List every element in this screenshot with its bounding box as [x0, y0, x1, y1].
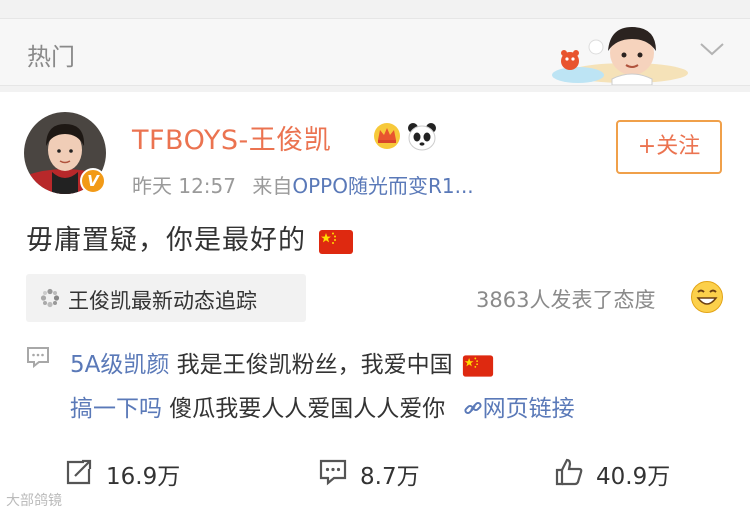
repost-icon — [66, 459, 92, 485]
crown-icon[interactable] — [372, 120, 402, 150]
verified-icon: V — [80, 168, 106, 194]
comment-item: 搞一下吗 傻瓜我要人人爱国人人爱你 网页链接 — [70, 389, 575, 423]
comment-user[interactable]: 5A级凯颜 — [70, 352, 169, 378]
follow-label: +关注 — [637, 134, 701, 159]
flag-icon — [462, 354, 494, 377]
reactions-summary[interactable]: 3863人发表了态度 — [476, 284, 655, 314]
top-gap — [0, 0, 750, 18]
link-icon — [464, 401, 482, 415]
post-meta: 昨天 12:57 来自OPPO随光而变R1... — [132, 170, 474, 199]
comment-user[interactable]: 搞一下吗 — [70, 396, 162, 422]
source-prefix: 来自 — [252, 174, 293, 198]
post-text: 毋庸置疑，你是最好的 — [26, 218, 354, 257]
post-timestamp: 昨天 12:57 — [132, 174, 236, 198]
flag-icon — [318, 229, 353, 254]
comment-icon — [319, 459, 347, 486]
chevron-down-icon[interactable] — [699, 41, 725, 57]
section-header: 热门 — [0, 18, 750, 86]
web-link-label: 网页链接 — [482, 396, 575, 422]
like-count: 40.9万 — [596, 464, 671, 490]
post-username[interactable]: TFBOYS-王俊凯 — [132, 118, 331, 157]
topic-tag[interactable]: 王俊凯最新动态追踪 — [26, 274, 306, 322]
comment-text: 我是王俊凯粉丝，我爱中国 — [169, 352, 453, 378]
post-body: 毋庸置疑，你是最好的 — [26, 225, 306, 256]
follow-button[interactable]: +关注 — [616, 120, 722, 174]
topic-label: 王俊凯最新动态追踪 — [68, 289, 257, 313]
smiley-icon[interactable] — [690, 280, 724, 314]
section-title: 热门 — [27, 43, 75, 71]
web-link[interactable]: 网页链接 — [463, 396, 575, 422]
avatar[interactable]: V — [24, 112, 106, 194]
comment-bubble-icon — [27, 347, 49, 368]
like-icon — [555, 458, 583, 486]
comment-count: 8.7万 — [360, 464, 420, 490]
comment-item: 5A级凯颜 我是王俊凯粉丝，我爱中国 — [70, 345, 494, 379]
panda-icon[interactable] — [406, 121, 438, 151]
comment-text: 傻瓜我要人人爱国人人爱你 — [162, 396, 446, 422]
repost-count: 16.9万 — [106, 464, 181, 490]
watermark: 大部鸽镜 — [6, 493, 62, 509]
post-source[interactable]: OPPO随光而变R1... — [292, 174, 473, 198]
topic-icon — [40, 288, 60, 308]
header-decoration-illustration — [552, 27, 688, 85]
